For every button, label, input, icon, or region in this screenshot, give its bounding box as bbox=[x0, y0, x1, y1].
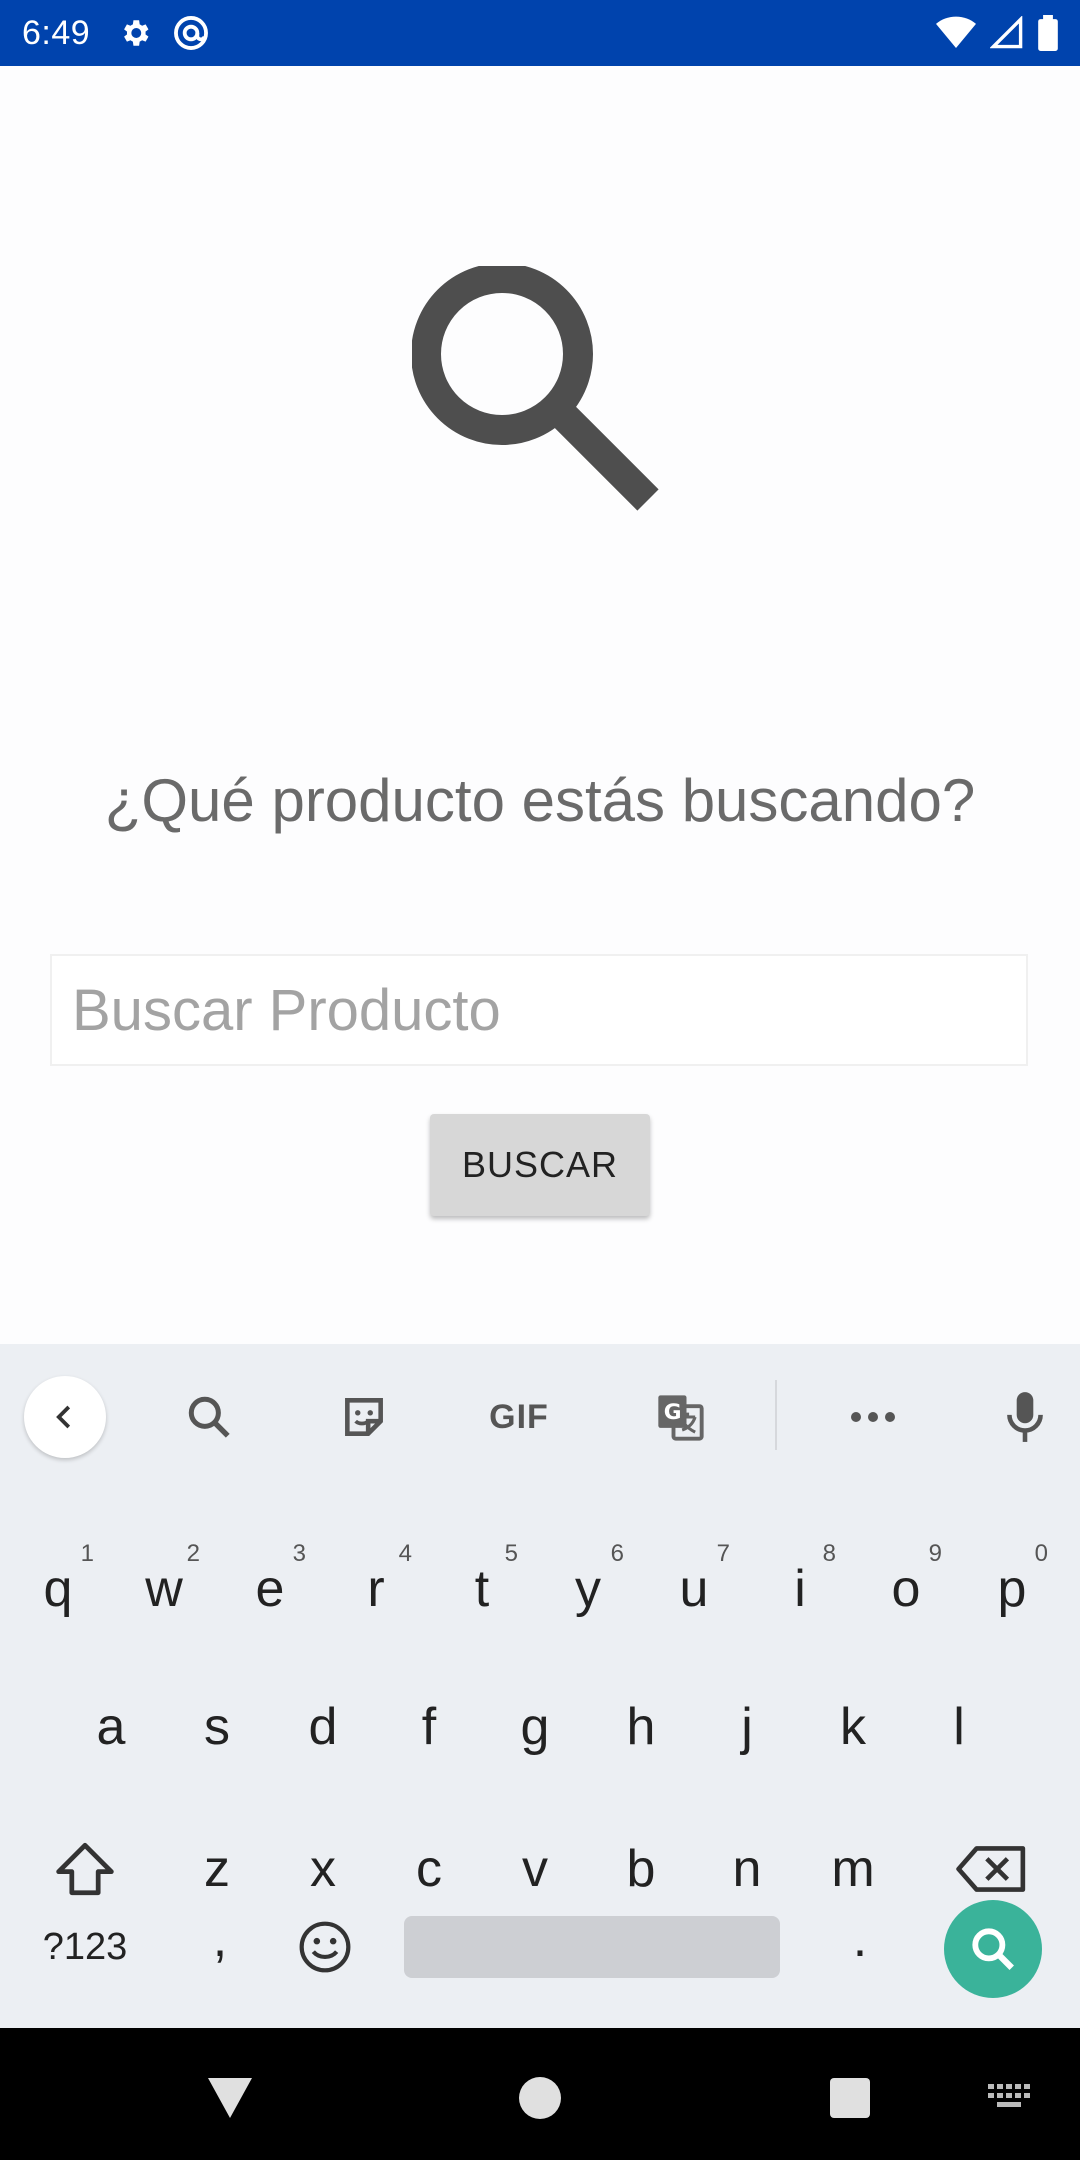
key-g[interactable]: g bbox=[485, 1672, 585, 1782]
translate-icon: G bbox=[658, 1395, 704, 1441]
wifi-icon bbox=[936, 16, 976, 48]
search-screen: ¿Qué producto estás buscando? BUSCAR bbox=[0, 66, 1080, 1344]
nav-recents-button[interactable] bbox=[820, 2068, 880, 2128]
emoji-key[interactable] bbox=[275, 1892, 375, 2002]
key-s[interactable]: s bbox=[167, 1672, 267, 1782]
key-y[interactable]: y6 bbox=[538, 1534, 638, 1644]
status-icons-left bbox=[118, 14, 210, 52]
keyboard-translate-button[interactable]: G bbox=[635, 1372, 725, 1462]
status-bar: 6:49 bbox=[0, 0, 1080, 66]
search-button[interactable]: BUSCAR bbox=[430, 1114, 650, 1216]
backspace-icon bbox=[956, 1846, 1026, 1892]
navigation-bar bbox=[0, 2028, 1080, 2160]
home-circle-icon bbox=[519, 2077, 561, 2119]
microphone-icon bbox=[1007, 1392, 1043, 1442]
key-v[interactable]: v bbox=[485, 1814, 585, 1924]
battery-icon bbox=[1038, 15, 1058, 51]
gif-label: GIF bbox=[489, 1397, 549, 1436]
at-sign-icon bbox=[174, 16, 209, 50]
key-r[interactable]: r4 bbox=[326, 1534, 426, 1644]
key-b[interactable]: b bbox=[591, 1814, 691, 1924]
keyboard-toolbar: GIF G bbox=[0, 1344, 1080, 1464]
search-input[interactable] bbox=[50, 954, 1028, 1066]
search-prompt: ¿Qué producto estás buscando? bbox=[104, 767, 976, 834]
soft-keyboard: GIF G q1 w2 e3 r4 t 5 y 6 u 7 i 8 o 9 p … bbox=[0, 1344, 1080, 2028]
key-j[interactable]: j bbox=[697, 1672, 797, 1782]
keyboard-voice-button[interactable] bbox=[980, 1372, 1070, 1462]
search-icon bbox=[972, 1928, 1014, 1970]
keyboard-more-button[interactable] bbox=[828, 1372, 918, 1462]
space-key[interactable] bbox=[404, 1916, 780, 1978]
shift-icon bbox=[56, 1842, 114, 1896]
recents-square-icon bbox=[830, 2078, 870, 2118]
key-p[interactable]: p0 bbox=[962, 1534, 1062, 1644]
back-triangle-icon bbox=[208, 2078, 252, 2118]
nav-keyboard-switch-button[interactable] bbox=[980, 2068, 1040, 2128]
key-o[interactable]: o9 bbox=[856, 1534, 956, 1644]
status-icons-right bbox=[936, 15, 1058, 51]
key-f[interactable]: f bbox=[379, 1672, 479, 1782]
gear-icon bbox=[124, 20, 149, 46]
signal-icon bbox=[990, 16, 1023, 49]
sticker-icon bbox=[345, 1398, 383, 1436]
key-e[interactable]: e3 bbox=[220, 1534, 320, 1644]
keyboard-back-button[interactable] bbox=[24, 1376, 106, 1458]
search-icon bbox=[412, 266, 659, 511]
svg-text:G: G bbox=[664, 1400, 682, 1425]
key-w[interactable]: w2 bbox=[114, 1534, 214, 1644]
period-key[interactable]: . bbox=[810, 1884, 910, 1994]
keyboard-switch-icon bbox=[988, 2084, 1030, 2107]
key-u[interactable]: u7 bbox=[644, 1534, 744, 1644]
nav-home-button[interactable] bbox=[510, 2068, 570, 2128]
key-d[interactable]: d bbox=[273, 1672, 373, 1782]
keyboard-search-button[interactable] bbox=[164, 1372, 254, 1462]
search-icon bbox=[188, 1396, 230, 1438]
key-a[interactable]: a bbox=[61, 1672, 161, 1782]
nav-back-button[interactable] bbox=[200, 2068, 260, 2128]
comma-key[interactable]: , bbox=[170, 1884, 270, 1994]
keyboard-gif-button[interactable]: GIF bbox=[474, 1372, 564, 1462]
smiley-icon bbox=[299, 1921, 351, 1973]
key-i[interactable]: i8 bbox=[750, 1534, 850, 1644]
key-n[interactable]: n bbox=[697, 1814, 797, 1924]
enter-search-key[interactable] bbox=[944, 1900, 1042, 1998]
key-l[interactable]: l bbox=[909, 1672, 1009, 1782]
key-q[interactable]: q1 bbox=[8, 1534, 108, 1644]
key-t[interactable]: t5 bbox=[432, 1534, 532, 1644]
keyboard-sticker-button[interactable] bbox=[319, 1372, 409, 1462]
toolbar-divider bbox=[775, 1380, 777, 1450]
key-k[interactable]: k bbox=[803, 1672, 903, 1782]
more-icon bbox=[851, 1412, 895, 1422]
symbols-key[interactable]: ?123 bbox=[35, 1892, 135, 2002]
key-h[interactable]: h bbox=[591, 1672, 691, 1782]
key-c[interactable]: c bbox=[379, 1814, 479, 1924]
chevron-left-icon bbox=[56, 1405, 71, 1429]
status-time: 6:49 bbox=[22, 13, 91, 52]
